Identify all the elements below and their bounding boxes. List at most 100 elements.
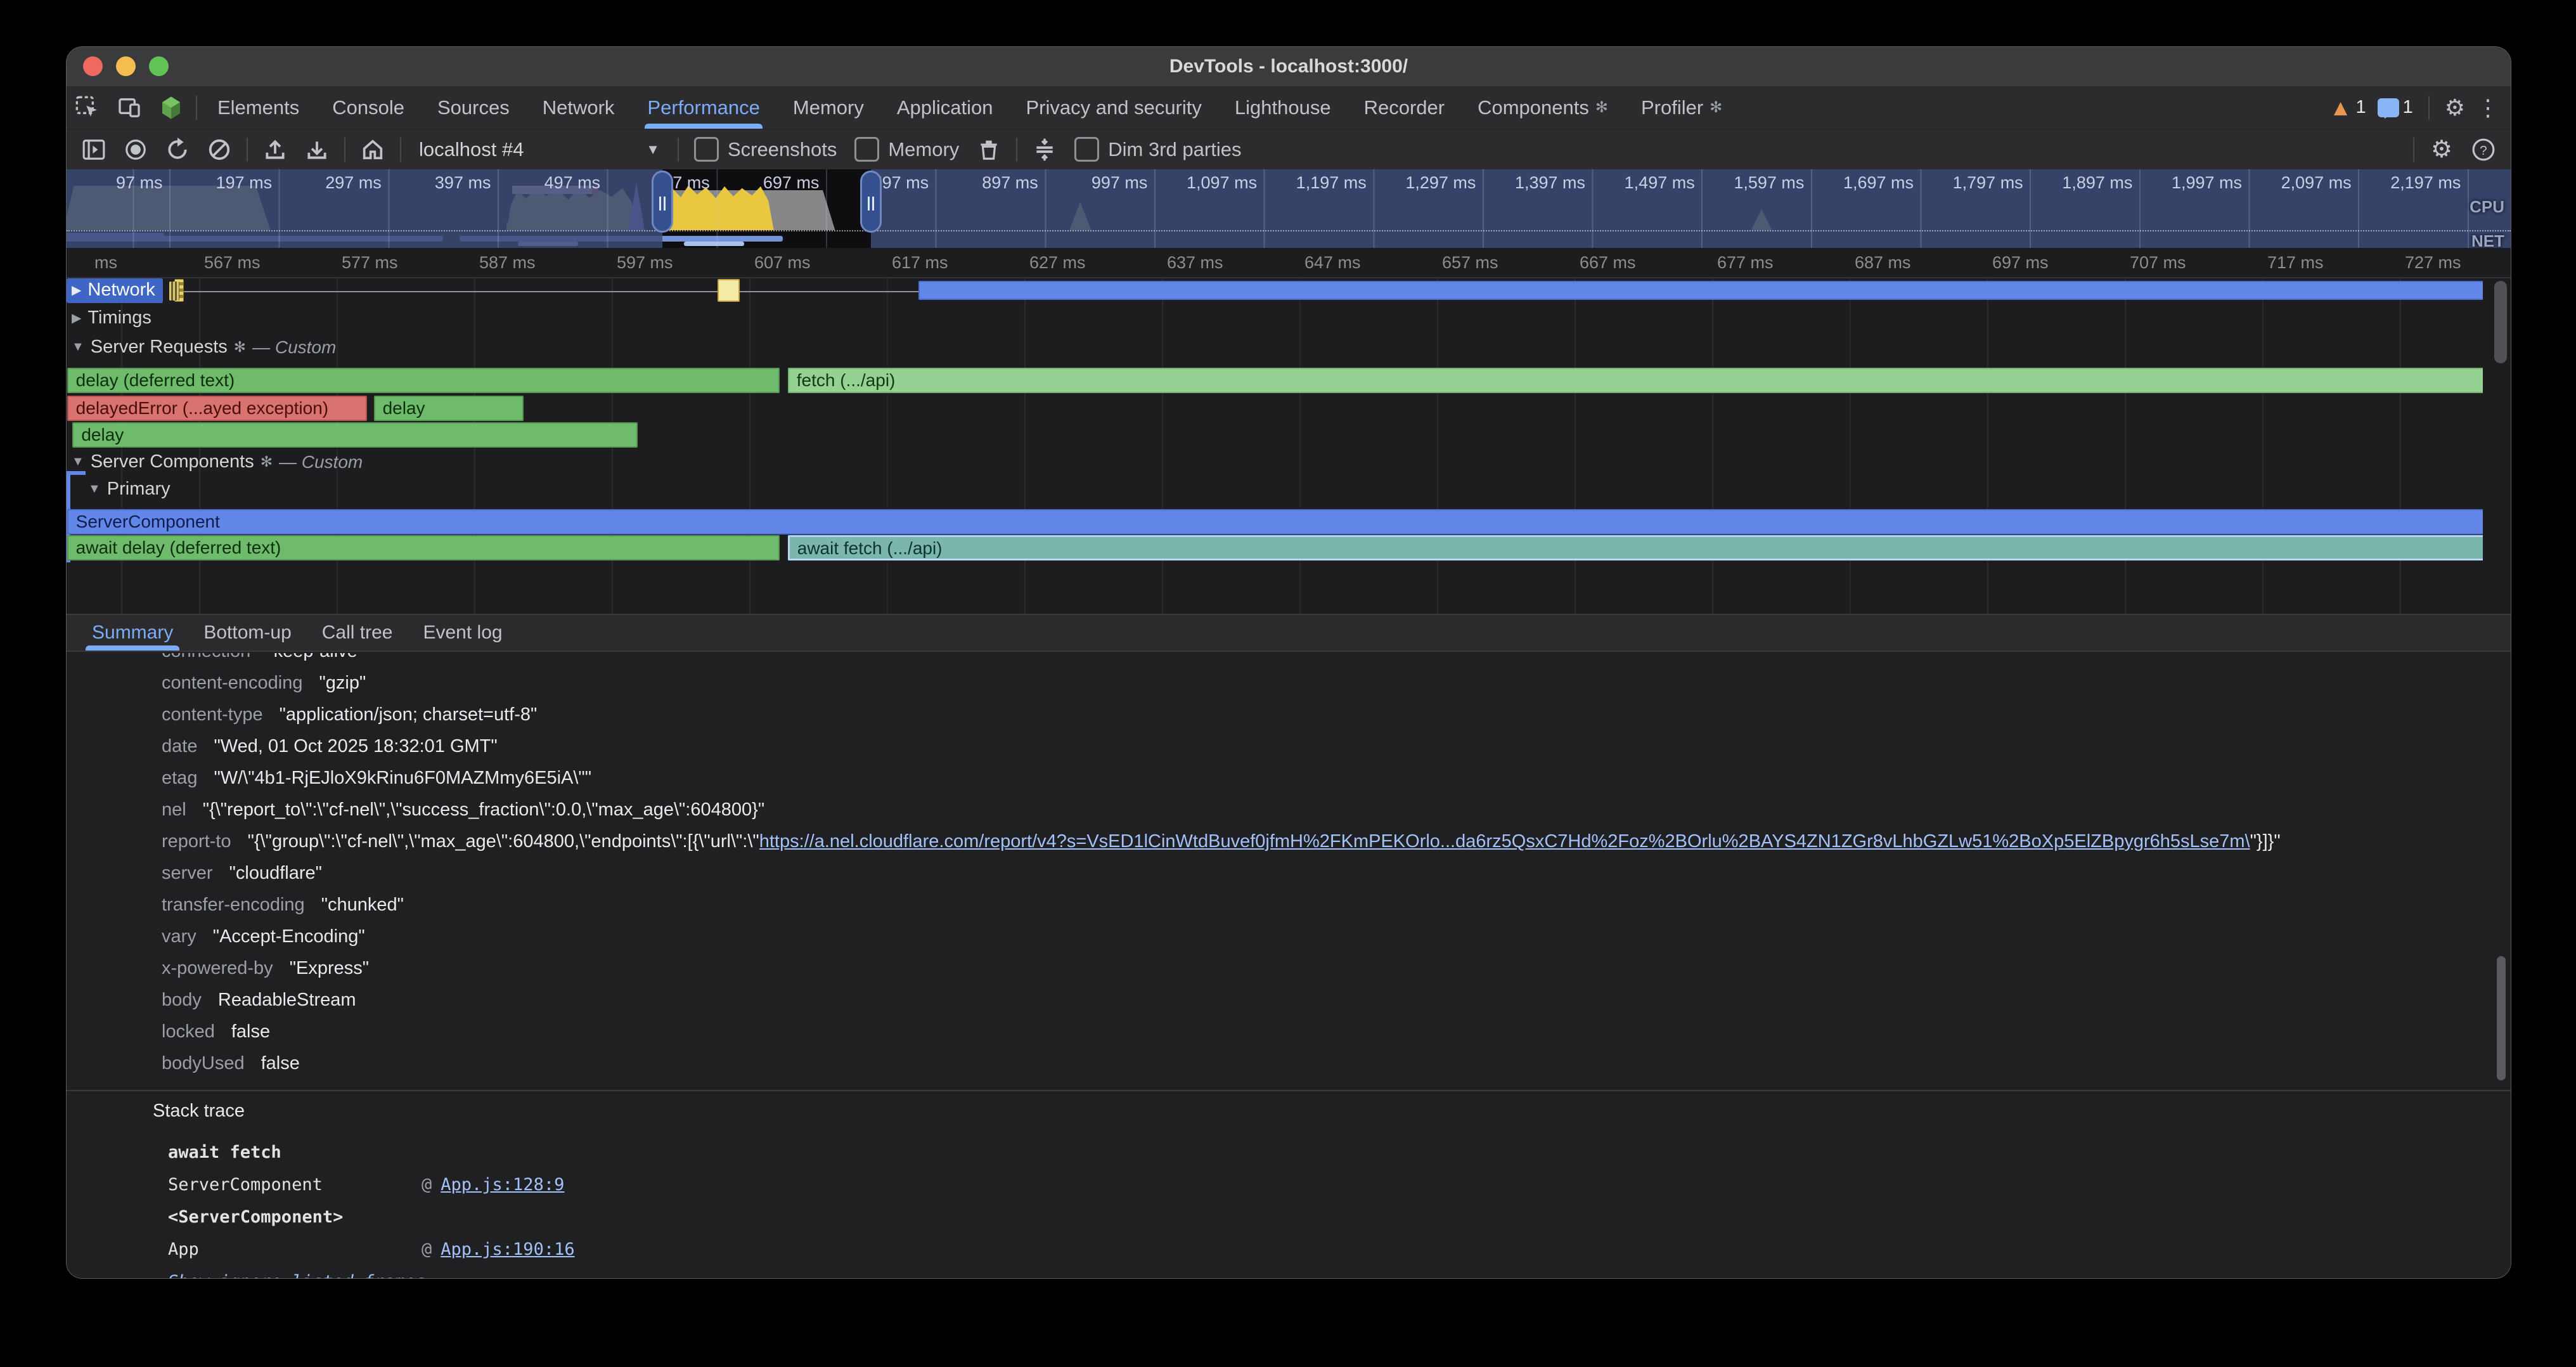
- property-value: "}]}": [2250, 831, 2281, 852]
- property-key: connection: [162, 653, 250, 662]
- property-key: bodyUsed: [162, 1053, 245, 1074]
- tab-call-tree[interactable]: Call tree: [307, 615, 408, 651]
- tab-components[interactable]: Components✻: [1461, 86, 1625, 129]
- tab-performance[interactable]: Performance: [631, 86, 776, 129]
- property-key: server: [162, 863, 213, 884]
- track-server-requests[interactable]: ▼Server Requests✻— Custom: [72, 337, 336, 358]
- at-symbol: @: [422, 1240, 432, 1259]
- network-request-bar[interactable]: [918, 281, 2483, 300]
- flame-event-bar[interactable]: delayedError (...ayed exception): [67, 396, 367, 421]
- report-to-link[interactable]: https://a.nel.cloudflare.com/report/v4?s…: [759, 831, 2250, 852]
- property-row: x-powered-by"Express": [67, 952, 2511, 984]
- history-select[interactable]: localhost #4▼: [410, 138, 669, 161]
- track-drag-handle[interactable]: [169, 282, 179, 301]
- property-row: etag"W/\"4b1-RjEJloX9kRinu6F0MAZMmy6E5iA…: [67, 762, 2511, 794]
- tab-application[interactable]: Application: [880, 86, 1010, 129]
- collapse-arrow-icon: ▶: [72, 282, 81, 298]
- property-key: body: [162, 990, 202, 1011]
- property-key: content-encoding: [162, 673, 303, 694]
- overview-tick-label: 1,797 ms: [1953, 173, 2023, 193]
- issues-badge[interactable]: 1: [2378, 97, 2413, 118]
- stack-frame-function: ServerComponent: [168, 1175, 422, 1195]
- stack-frame-link[interactable]: App.js:128:9: [441, 1175, 564, 1195]
- kebab-menu-icon[interactable]: ⋮: [2476, 94, 2499, 121]
- devtools-tab-bar: Elements Console SourcesNetwork Performance…: [67, 86, 2511, 129]
- collect-garbage-icon[interactable]: [970, 131, 1007, 168]
- tab-summary[interactable]: Summary: [77, 615, 188, 651]
- reload-record-icon[interactable]: [159, 131, 196, 168]
- stack-frame-link[interactable]: App.js:190:16: [441, 1240, 574, 1259]
- property-row: report-to"{\"group\":\"cf-nel\",\"max_ag…: [67, 826, 2511, 857]
- divider: [400, 138, 401, 162]
- tab-label: Application: [897, 96, 993, 119]
- flame-chart[interactable]: ms567 ms577 ms587 ms597 ms607 ms617 ms62…: [67, 248, 2511, 614]
- tab-network[interactable]: Network: [526, 86, 631, 129]
- track-network[interactable]: ▶Network: [67, 278, 179, 303]
- clear-icon[interactable]: [201, 131, 238, 168]
- help-icon[interactable]: ?: [2465, 131, 2502, 168]
- property-row: date"Wed, 01 Oct 2025 18:32:01 GMT": [67, 730, 2511, 762]
- property-row: connection"keep-alive": [67, 653, 2511, 667]
- tab-memory[interactable]: Memory: [776, 86, 880, 129]
- tab-label: Recorder: [1364, 96, 1445, 119]
- tab-sources[interactable]: Sources: [421, 86, 526, 129]
- throttling-icon[interactable]: [1026, 131, 1063, 168]
- flame-event-bar[interactable]: await fetch (.../api): [788, 535, 2483, 560]
- overview-tick-label: 497 ms: [544, 173, 601, 193]
- home-icon[interactable]: [354, 131, 391, 168]
- flame-event-bar[interactable]: await delay (deferred text): [67, 535, 780, 560]
- flame-event-bar[interactable]: delay: [374, 396, 524, 421]
- screenshots-checkbox[interactable]: Screenshots: [688, 137, 843, 162]
- details-scrollbar[interactable]: [2497, 956, 2506, 1080]
- selection-handle-right[interactable]: [860, 171, 882, 233]
- settings-gear-icon[interactable]: ⚙: [2445, 94, 2465, 121]
- warnings-badge[interactable]: ▲1: [2329, 96, 2366, 119]
- flame-event-bar[interactable]: fetch (.../api): [788, 368, 2483, 393]
- overview-tick-label: 2,097 ms: [2281, 173, 2352, 193]
- selection-handle-left[interactable]: [652, 171, 673, 233]
- tab-privacy-and-security[interactable]: Privacy and security: [1010, 86, 1218, 129]
- overview-tick-label: 697 ms: [763, 173, 820, 193]
- selected-group-indicator: [67, 471, 86, 475]
- stack-frame-function: <ServerComponent>: [168, 1207, 422, 1227]
- show-ignore-listed-link[interactable]: Show ignore-listed frames: [168, 1272, 425, 1278]
- tab-event-log[interactable]: Event log: [408, 615, 517, 651]
- tab-label: Console: [332, 96, 404, 119]
- download-profile-icon[interactable]: [299, 131, 335, 168]
- property-row: bodyReadableStream: [67, 984, 2511, 1016]
- expand-arrow-icon: ▼: [72, 455, 84, 469]
- toggle-sidebar-icon[interactable]: [75, 131, 112, 168]
- overview-tick-label: 1,897 ms: [2062, 173, 2132, 193]
- divider: [678, 138, 679, 162]
- tab-lighthouse[interactable]: Lighthouse: [1218, 86, 1348, 129]
- tab-bottom-up[interactable]: Bottom-up: [188, 615, 306, 651]
- tab-label: Performance: [647, 96, 759, 119]
- flame-event-bar[interactable]: delay: [72, 422, 638, 448]
- device-toolbar-icon[interactable]: [108, 86, 150, 129]
- tab-profiler[interactable]: Profiler✻: [1625, 86, 1739, 129]
- flame-event-bar[interactable]: ServerComponent: [67, 509, 2483, 534]
- tab-console[interactable]: Console: [316, 86, 421, 129]
- record-icon[interactable]: [117, 131, 154, 168]
- inspect-element-icon[interactable]: [67, 86, 108, 129]
- property-value: "{\"report_to\":\"cf-nel\",\"success_fra…: [203, 800, 764, 820]
- ruler-tick-label: 627 ms: [1029, 253, 1086, 273]
- tab-elements[interactable]: Elements: [201, 86, 316, 129]
- capture-settings-gear-icon[interactable]: ⚙: [2423, 131, 2460, 168]
- upload-profile-icon[interactable]: [257, 131, 293, 168]
- track-server-components[interactable]: ▼Server Components✻— Custom: [72, 451, 363, 472]
- ruler-tick-label: 577 ms: [342, 253, 398, 273]
- tab-recorder[interactable]: Recorder: [1348, 86, 1462, 129]
- track-primary-group[interactable]: ▼Primary: [88, 479, 171, 500]
- memory-checkbox[interactable]: Memory: [848, 137, 965, 162]
- dim-3rd-parties-checkbox[interactable]: Dim 3rd parties: [1068, 137, 1247, 162]
- flame-scrollbar[interactable]: [2494, 281, 2507, 363]
- tab-label: Lighthouse: [1235, 96, 1331, 119]
- network-request-bar[interactable]: [718, 279, 740, 302]
- overview-tick-label: 397 ms: [435, 173, 491, 193]
- timeline-overview[interactable]: 97 ms197 ms297 ms397 ms497 ms597 ms697 m…: [67, 169, 2511, 248]
- track-timings[interactable]: ▶Timings: [72, 308, 151, 328]
- property-row: vary"Accept-Encoding": [67, 921, 2511, 952]
- stack-frame-function: await fetch: [168, 1143, 422, 1162]
- flame-event-bar[interactable]: delay (deferred text): [67, 368, 780, 393]
